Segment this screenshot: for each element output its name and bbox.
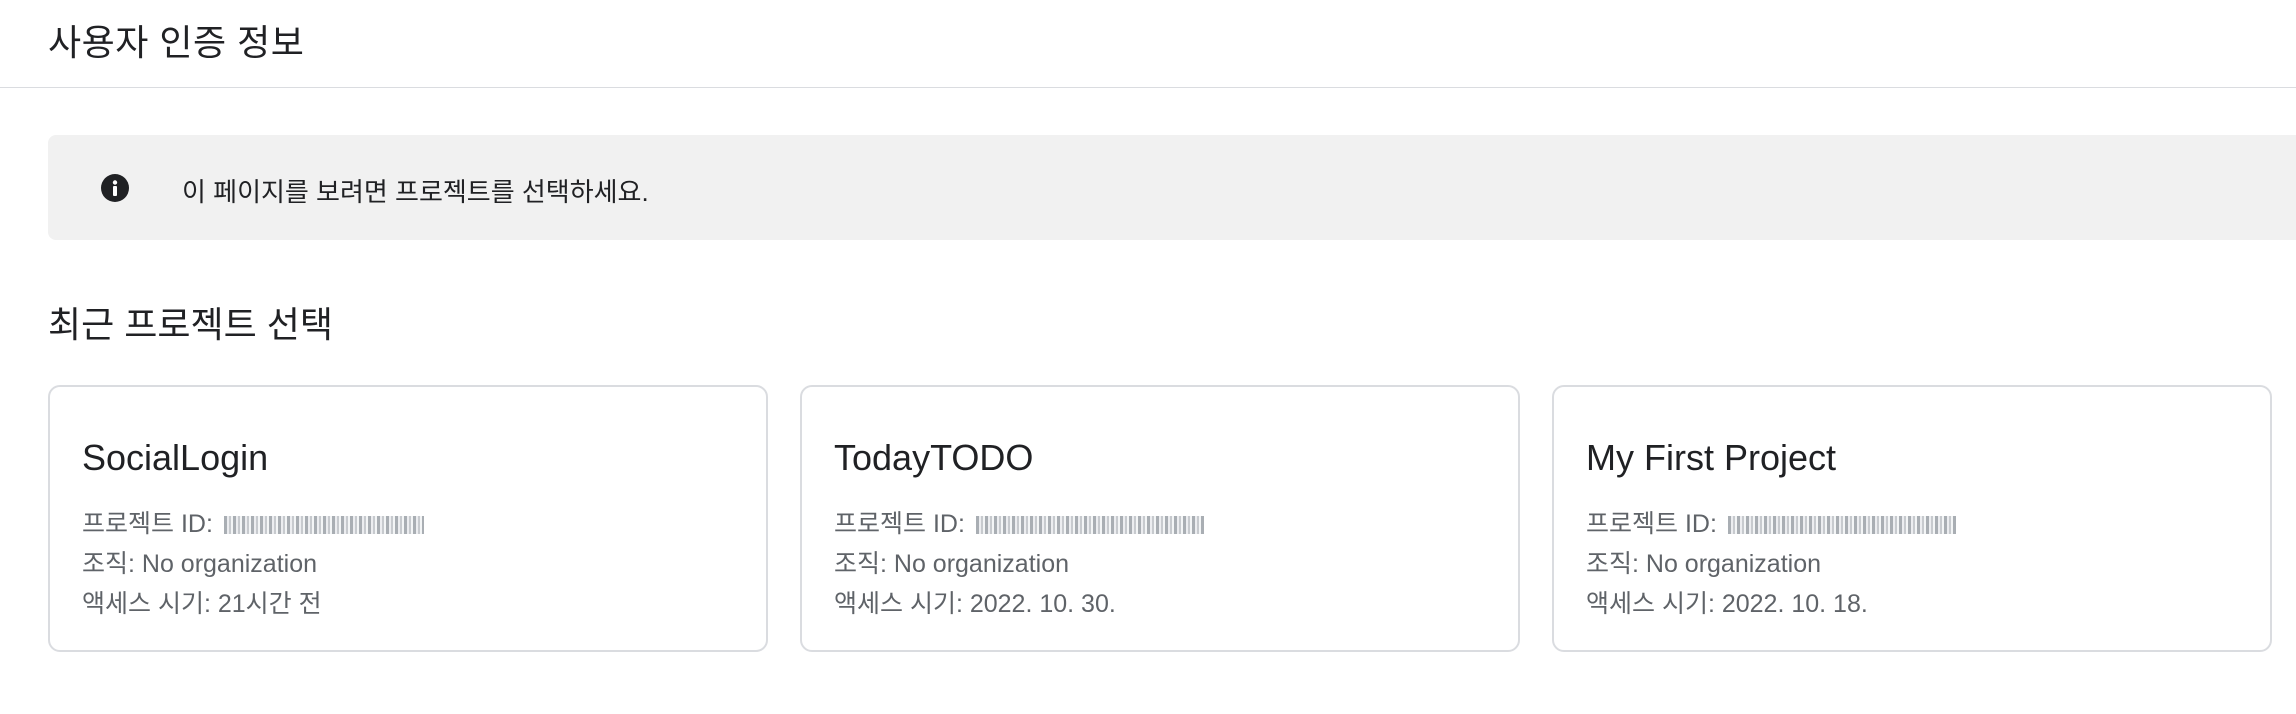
project-card-todaytodo[interactable]: TodayTODO 프로젝트 ID: 조직: No organization 액… (800, 385, 1520, 652)
redacted-project-id (223, 516, 424, 535)
project-name: SocialLogin (82, 437, 269, 478)
credentials-page: 사용자 인증 정보 이 페이지를 보려면 프로젝트를 선택하세요. 최근 프로젝… (0, 0, 2296, 714)
info-icon (101, 174, 129, 202)
redacted-project-id (1727, 516, 1956, 535)
project-access-time: 액세스 시기: 2022. 10. 30. (834, 590, 1116, 618)
page-header: 사용자 인증 정보 (0, 0, 2296, 88)
project-id-label: 프로젝트 ID: (834, 510, 965, 538)
project-id-line: 프로젝트 ID: (82, 504, 424, 540)
page-title: 사용자 인증 정보 (48, 22, 305, 63)
project-organization: 조직: No organization (82, 550, 318, 578)
project-name: TodayTODO (834, 437, 1034, 478)
project-card-my-first-project[interactable]: My First Project 프로젝트 ID: 조직: No organiz… (1552, 385, 2272, 652)
project-access-time: 액세스 시기: 2022. 10. 18. (1586, 590, 1868, 618)
project-organization: 조직: No organization (834, 550, 1070, 578)
project-organization: 조직: No organization (1586, 550, 1822, 578)
project-id-label: 프로젝트 ID: (82, 510, 213, 538)
project-name: My First Project (1586, 437, 1837, 478)
project-id-line: 프로젝트 ID: (834, 504, 1204, 540)
project-card-sociallogin[interactable]: SocialLogin 프로젝트 ID: 조직: No organization… (48, 385, 768, 652)
banner-message: 이 페이지를 보려면 프로젝트를 선택하세요. (182, 177, 649, 207)
project-id-label: 프로젝트 ID: (1586, 510, 1717, 538)
project-access-time: 액세스 시기: 21시간 전 (82, 590, 322, 618)
redacted-project-id (975, 516, 1204, 535)
recent-projects-title: 최근 프로젝트 선택 (48, 304, 333, 345)
project-id-line: 프로젝트 ID: (1586, 504, 1956, 540)
